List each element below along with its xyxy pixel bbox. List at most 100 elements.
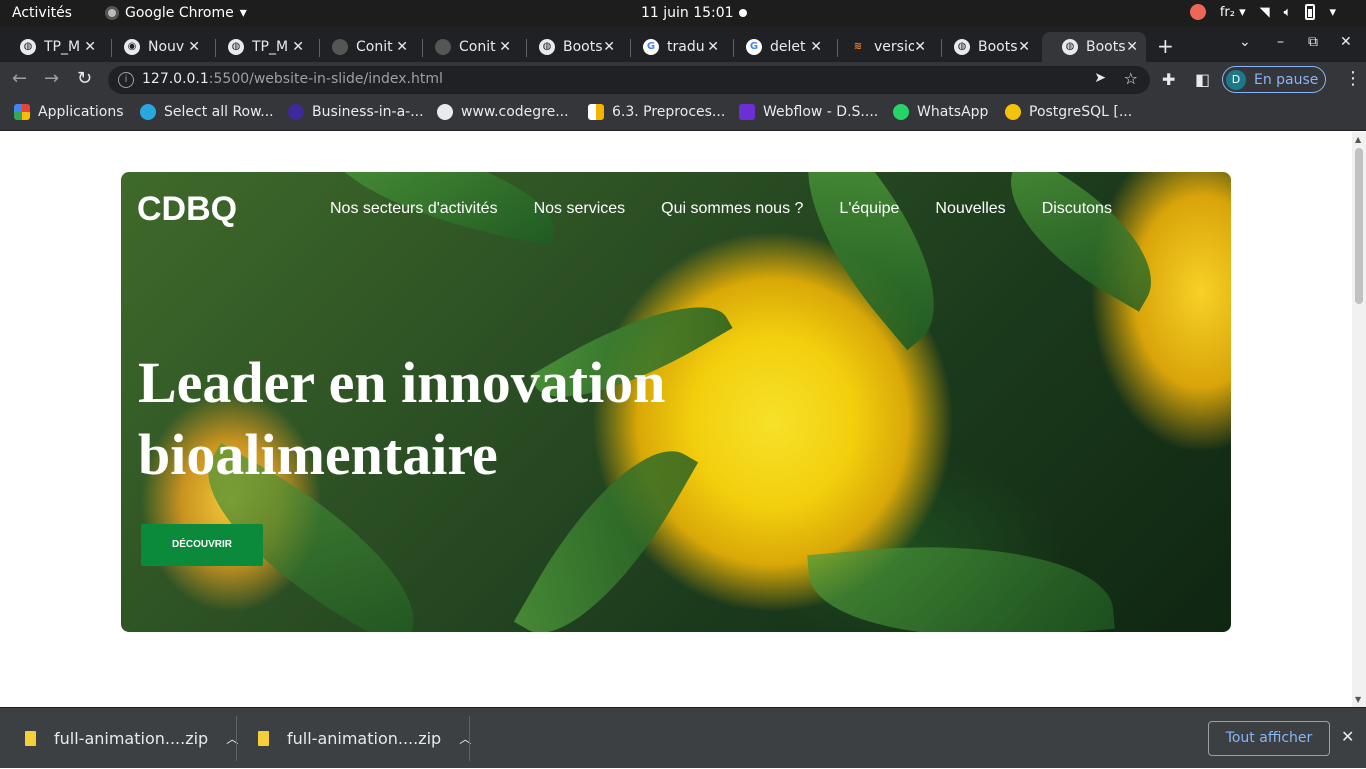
tab-active[interactable]: ◍ Boots ✕ <box>1042 32 1146 62</box>
maximize-button[interactable]: ⧉ <box>1308 34 1318 50</box>
download-filename: full-animation....zip <box>287 729 442 748</box>
tab[interactable]: Conit ✕ <box>312 32 416 62</box>
tab[interactable]: ◍ TP_M ✕ <box>208 32 312 62</box>
download-item[interactable]: full-animation....zip ︿ <box>25 708 238 769</box>
tab-search-icon[interactable]: ⌄ <box>1239 34 1251 50</box>
close-tab-icon[interactable]: ✕ <box>810 39 822 55</box>
scrollbar-thumb[interactable] <box>1355 148 1363 304</box>
close-tab-icon[interactable]: ✕ <box>499 39 511 55</box>
leaf-decoration <box>765 172 977 351</box>
tab[interactable]: ◉ Nouv ✕ <box>104 32 208 62</box>
keyboard-layout[interactable]: fr₂ ▾ <box>1220 5 1246 20</box>
send-icon[interactable]: ➤ <box>1094 70 1106 86</box>
download-separator <box>469 716 470 761</box>
menu-icon[interactable]: ⋮ <box>1344 68 1362 89</box>
profile-button[interactable]: D En pause <box>1222 66 1326 93</box>
leaf-decoration <box>983 172 1179 312</box>
bookmark-item[interactable]: www.codegre... <box>437 104 569 120</box>
back-button[interactable]: ← <box>12 68 27 89</box>
side-panel-icon[interactable]: ◧ <box>1195 70 1210 89</box>
notification-dot <box>739 9 747 17</box>
discover-button[interactable]: DÉCOUVRIR <box>141 524 263 566</box>
nav-link-about[interactable]: Qui sommes nous ? <box>661 200 803 218</box>
show-all-downloads-button[interactable]: Tout afficher <box>1208 721 1330 756</box>
bookmark-label: Applications <box>38 104 124 120</box>
close-tab-icon[interactable]: ✕ <box>914 39 926 55</box>
app-menu[interactable]: Google Chrome ▾ <box>105 5 247 21</box>
battery-icon <box>1305 4 1316 20</box>
system-tray[interactable]: fr₂ ▾ ◥ 🔈︎ ▾ <box>1189 4 1336 20</box>
notification-icon[interactable] <box>1189 4 1206 20</box>
database-icon <box>1005 104 1021 120</box>
close-tab-icon[interactable]: ✕ <box>84 39 96 55</box>
tab-title: TP_M <box>44 39 81 55</box>
close-shelf-icon[interactable]: ✕ <box>1341 727 1354 746</box>
google-icon: G <box>643 39 659 55</box>
nav-link-contact[interactable]: Discutons <box>1042 200 1112 218</box>
tab[interactable]: ◍ Boots ✕ <box>519 32 623 62</box>
app-name: Google Chrome <box>125 5 234 21</box>
bookmark-item[interactable]: Select all Row... <box>140 104 274 120</box>
stackoverflow-icon: ≋ <box>853 41 863 52</box>
chevron-down-icon: ▾ <box>1329 4 1336 20</box>
tab[interactable]: ≋ versio ✕ <box>830 32 934 62</box>
close-window-button[interactable]: ✕ <box>1340 34 1352 50</box>
tab-title: Conit <box>459 39 496 55</box>
tab[interactable]: ◍ TP_M ✕ <box>0 32 104 62</box>
whatsapp-icon <box>893 104 909 120</box>
bookmark-item[interactable]: Webflow - D.S.... <box>739 104 878 120</box>
close-tab-icon[interactable]: ✕ <box>707 39 719 55</box>
clock[interactable]: 11 juin 15:01 <box>641 5 734 21</box>
download-separator <box>236 716 237 761</box>
bookmark-item[interactable]: 6.3. Preproces... <box>588 104 725 120</box>
extensions-icon[interactable]: ✚ <box>1162 70 1175 89</box>
close-tab-icon[interactable]: ✕ <box>603 39 615 55</box>
bookmark-item[interactable]: PostgreSQL [... <box>1005 104 1132 120</box>
forward-button[interactable]: → <box>44 68 59 89</box>
scroll-up-icon[interactable]: ▲ <box>1355 135 1361 144</box>
tab-title: tradu <box>667 39 705 55</box>
close-tab-icon[interactable]: ✕ <box>1018 39 1030 55</box>
apps-grid-icon <box>14 104 30 120</box>
github-icon <box>332 39 348 55</box>
scroll-down-icon[interactable]: ▼ <box>1355 695 1361 704</box>
download-item[interactable]: full-animation....zip ︿ <box>258 708 471 769</box>
url-text[interactable]: 127.0.0.1:5500/website-in-slide/index.ht… <box>142 71 443 87</box>
page-viewport: CDBQ Nos secteurs d'activités Nos servic… <box>0 132 1352 707</box>
close-tab-icon[interactable]: ✕ <box>1126 39 1138 55</box>
site-info-icon[interactable]: i <box>118 72 134 88</box>
globe-icon: ◍ <box>20 39 36 55</box>
tab[interactable]: Gdelet ✕ <box>726 32 830 62</box>
bookmark-star-icon[interactable]: ☆ <box>1124 69 1138 88</box>
reload-button[interactable]: ↻ <box>77 68 92 89</box>
wifi-icon: ◥ <box>1259 4 1270 20</box>
url-path: :5500/website-in-slide/index.html <box>208 71 443 87</box>
activities-button[interactable]: Activités <box>12 5 72 21</box>
bookmark-applications[interactable]: Applications <box>14 104 124 120</box>
page-scrollbar[interactable]: ▲ ▼ <box>1352 132 1366 707</box>
nav-link-sectors[interactable]: Nos secteurs d'activités <box>330 200 498 218</box>
tab-title: Boots <box>978 39 1018 55</box>
chrome-icon: ◉ <box>124 39 140 55</box>
bookmark-item[interactable]: Business-in-a-... <box>288 104 424 120</box>
bookmark-label: 6.3. Preproces... <box>612 104 726 120</box>
bookmark-item[interactable]: WhatsApp <box>893 104 988 120</box>
tab[interactable]: ◍ Boots ✕ <box>934 32 1038 62</box>
nav-link-services[interactable]: Nos services <box>534 200 626 218</box>
os-top-bar: Activités Google Chrome ▾ 11 juin 15:01 … <box>0 0 1366 27</box>
site-logo[interactable]: CDBQ <box>137 190 237 229</box>
tab[interactable]: Gtradu ✕ <box>623 32 727 62</box>
tab[interactable]: Conit ✕ <box>415 32 519 62</box>
address-bar[interactable]: i 127.0.0.1:5500/website-in-slide/index.… <box>108 66 1150 94</box>
minimize-button[interactable]: – <box>1277 34 1284 50</box>
nav-link-news[interactable]: Nouvelles <box>935 200 1005 218</box>
nav-link-team[interactable]: L'équipe <box>839 200 899 218</box>
bookmark-label: WhatsApp <box>917 104 989 120</box>
google-icon: G <box>746 39 762 55</box>
chevron-down-icon: ▾ <box>239 5 247 21</box>
close-tab-icon[interactable]: ✕ <box>292 39 304 55</box>
bookmark-label: Business-in-a-... <box>312 104 424 120</box>
close-tab-icon[interactable]: ✕ <box>396 39 408 55</box>
new-tab-button[interactable]: + <box>1157 34 1174 58</box>
close-tab-icon[interactable]: ✕ <box>188 39 200 55</box>
